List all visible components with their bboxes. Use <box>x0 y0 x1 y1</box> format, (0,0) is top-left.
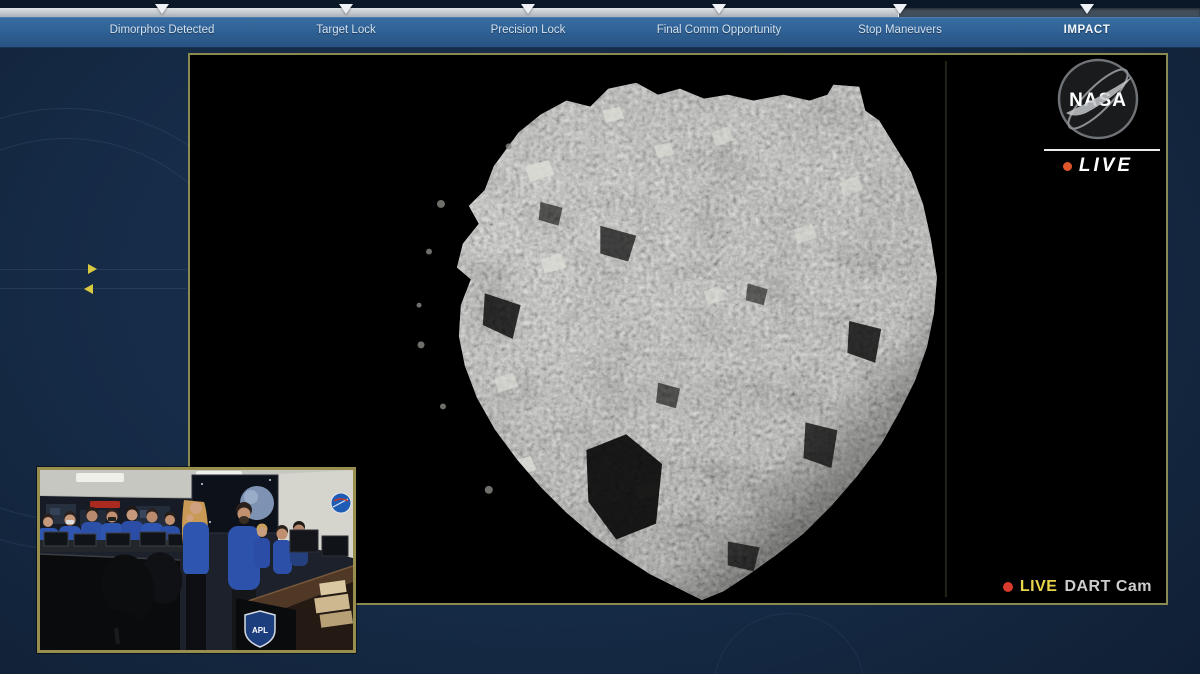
nasa-insignia-icon: NASA <box>1056 57 1140 141</box>
live-dot-icon <box>1063 162 1072 171</box>
phase-marker-icon <box>712 4 726 14</box>
caption-camera-label: DART Cam <box>1064 578 1152 596</box>
desk-monitor <box>322 536 348 556</box>
ceiling-light <box>76 473 124 482</box>
watermark-live-label: LIVE <box>1079 155 1133 177</box>
phase-marker-icon <box>1080 4 1094 14</box>
phase-label: Target Lock <box>316 24 375 36</box>
phase-marker-icon <box>155 4 169 14</box>
nav-arrow-right-icon <box>88 264 97 274</box>
console-monitors <box>40 532 190 552</box>
desk-monitor <box>290 530 318 552</box>
rec-dot-icon <box>1003 582 1013 592</box>
pip-frame: APL <box>37 467 356 653</box>
broadcast-screen: Dimorphos Detected Target Lock Precision… <box>0 0 1200 674</box>
watermark-divider <box>1044 149 1160 151</box>
camera-caption: LIVE DART Cam <box>1003 578 1152 596</box>
apl-shield-logo: APL <box>245 611 275 647</box>
phase-label: IMPACT <box>1064 24 1111 36</box>
phase-marker-icon <box>521 4 535 14</box>
phase-marker-icon <box>893 4 907 14</box>
timeline-progress-fill <box>0 8 898 17</box>
phase-marker-icon <box>339 4 353 14</box>
wall-emblem <box>90 501 120 508</box>
phase-label: Stop Maneuvers <box>858 24 942 36</box>
caption-live-label: LIVE <box>1020 578 1058 596</box>
blonde-engineer <box>182 500 209 650</box>
timeline-top-strip <box>0 0 1200 8</box>
nasa-wall-logo-icon <box>331 493 351 513</box>
control-room-scene: APL <box>40 470 353 650</box>
nav-arrow-left-icon <box>84 284 93 294</box>
decor-line <box>0 288 186 289</box>
phase-label: Final Comm Opportunity <box>657 24 782 36</box>
decor-circle <box>713 613 865 674</box>
apl-label: APL <box>252 626 268 635</box>
phase-label: Dimorphos Detected <box>110 24 215 36</box>
timeline-progress-track <box>0 8 1200 17</box>
nasa-watermark: NASA LIVE <box>1036 57 1160 177</box>
phase-label: Precision Lock <box>491 24 566 36</box>
